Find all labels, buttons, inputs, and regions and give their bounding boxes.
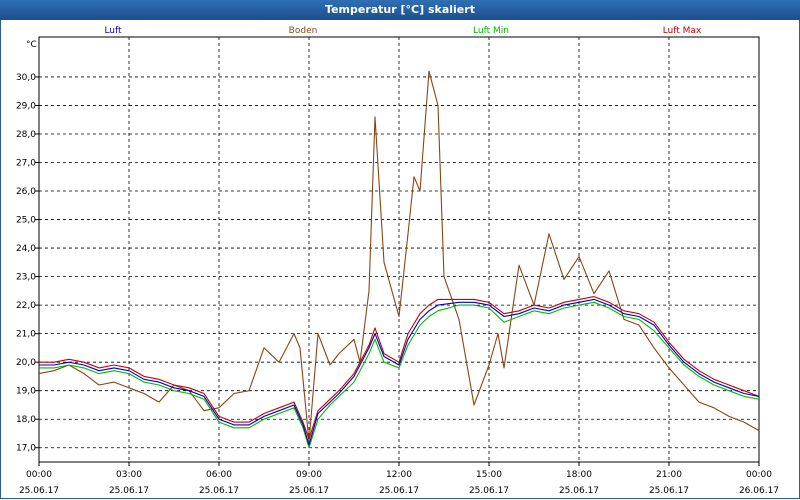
x-tick-label-date: 25.06.17 xyxy=(109,486,149,496)
x-tick-label-time: 06:00 xyxy=(206,470,232,480)
x-tick-label-time: 00:00 xyxy=(746,470,772,480)
legend-luft-min: Luft Min xyxy=(473,26,509,36)
x-tick-label-date: 26.06.17 xyxy=(739,486,779,496)
temperature-chart: 17,0 18,0 19,0 20,0 21,0 22,0 23,0 24,0 25,0 26,0… xyxy=(16,26,779,496)
y-axis-label: °C xyxy=(26,40,37,50)
y-tick-label: 18,0 xyxy=(16,415,36,425)
legend-luft-max: Luft Max xyxy=(663,26,702,36)
x-tick-label-date: 25.06.17 xyxy=(199,486,239,496)
y-tick-label: 19,0 xyxy=(16,387,36,397)
y-tick-label: 26,0 xyxy=(16,187,36,197)
y-tick-label: 21,0 xyxy=(16,330,36,340)
y-tick-label: 20,0 xyxy=(16,358,36,368)
x-tick-label-time: 15:00 xyxy=(476,470,502,480)
x-tick-label-date: 25.06.17 xyxy=(379,486,419,496)
legend-boden: Boden xyxy=(289,26,318,36)
y-tick-label: 28,0 xyxy=(16,130,36,140)
x-tick-label-date: 25.06.17 xyxy=(559,486,599,496)
y-tick-label: 27,0 xyxy=(16,159,36,169)
x-tick-label-time: 12:00 xyxy=(386,470,412,480)
y-tick-label: 30,0 xyxy=(16,73,36,83)
y-tick-label: 29,0 xyxy=(16,101,36,111)
x-tick-label-date: 25.06.17 xyxy=(19,486,59,496)
x-tick-label-time: 21:00 xyxy=(656,470,682,480)
x-tick-label-date: 25.06.17 xyxy=(469,486,509,496)
x-tick-label-time: 03:00 xyxy=(116,470,142,480)
y-tick-label: 17,0 xyxy=(16,444,36,454)
x-tick-label-time: 00:00 xyxy=(26,470,52,480)
x-tick-label-date: 25.06.17 xyxy=(649,486,689,496)
y-tick-label: 22,0 xyxy=(16,301,36,311)
x-tick-label-time: 09:00 xyxy=(296,470,322,480)
y-tick-label: 24,0 xyxy=(16,244,36,254)
y-tick-label: 23,0 xyxy=(16,273,36,283)
legend-luft: Luft xyxy=(104,26,122,36)
y-tick-label: 25,0 xyxy=(16,216,36,226)
x-tick-label-time: 18:00 xyxy=(566,470,592,480)
x-tick-label-date: 25.06.17 xyxy=(289,486,329,496)
